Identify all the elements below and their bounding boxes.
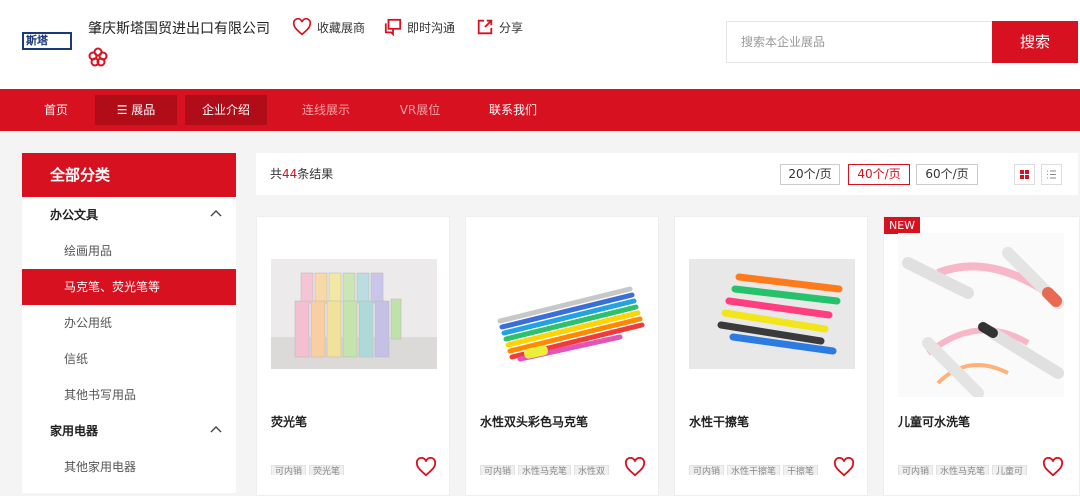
nav-vr-booth[interactable]: VR展位 [382, 95, 458, 125]
category-sidebar: 全部分类 办公文具 绘画用品 马克笔、荧光笔等 办公用纸 信纸 其他书写用品 家… [22, 153, 236, 493]
per-page-40[interactable]: 40个/页 [848, 164, 910, 185]
product-card[interactable]: 荧光笔 可内销 荧光笔 [256, 216, 450, 496]
nav-live-show[interactable]: 连线展示 [288, 95, 364, 125]
product-image-dual-markers[interactable] [480, 259, 646, 369]
chat-icon [384, 18, 402, 36]
product-image-washable[interactable] [898, 233, 1064, 397]
result-count: 共44条结果 [270, 167, 334, 181]
favorite-heart-icon[interactable] [415, 457, 437, 477]
main-nav: 首页 ☰ 展品 企业介绍 连线展示 VR展位 联系我们 [0, 89, 1080, 131]
product-title[interactable]: 荧光笔 [271, 413, 307, 430]
per-page-20[interactable]: 20个/页 [780, 164, 840, 185]
product-tag: 可内销 [689, 465, 725, 475]
favorite-exhibitor-button[interactable]: 收藏展商 [292, 18, 365, 36]
subcategory-office-paper[interactable]: 办公用纸 [22, 305, 236, 341]
product-tag: 可内销 [271, 465, 307, 475]
nav-contact[interactable]: 联系我们 [475, 95, 551, 125]
chevron-up-icon[interactable] [210, 413, 222, 449]
grid-view-icon[interactable] [1014, 164, 1035, 185]
product-tags: 可内销 荧光笔 [271, 459, 411, 475]
chat-label: 即时沟通 [407, 20, 456, 35]
product-tag: 水性马克笔 [518, 465, 572, 475]
new-badge: NEW [884, 217, 921, 234]
search-button[interactable]: 搜索 [992, 21, 1078, 63]
flower-logo-icon [88, 47, 108, 67]
search-input[interactable]: 搜索本企业展品 [726, 21, 993, 63]
category-office-stationery[interactable]: 办公文具 [22, 197, 236, 233]
subcategory-other-appliances[interactable]: 其他家用电器 [22, 449, 236, 485]
category-label: 办公文具 [50, 208, 99, 222]
instant-chat-button[interactable]: 即时沟通 [384, 18, 455, 36]
product-card[interactable]: 水性干擦笔 可内销 水性干擦笔 干擦笔 [674, 216, 868, 496]
subcategory-markers[interactable]: 马克笔、荧光笔等 [22, 269, 236, 305]
share-icon [477, 19, 493, 35]
all-categories-title: 全部分类 [22, 153, 236, 197]
product-title[interactable]: 水性双头彩色马克笔 [480, 413, 588, 430]
favorite-heart-icon[interactable] [833, 457, 855, 477]
product-tag: 荧光笔 [309, 465, 345, 475]
product-tag: 水性马克笔 [936, 465, 990, 475]
product-card[interactable]: NEW 儿童可水洗笔 可内销 水性马克笔 儿童可 [883, 216, 1080, 496]
chevron-up-icon[interactable] [210, 197, 222, 233]
company-logo[interactable]: 斯塔 [22, 32, 72, 50]
product-tag: 干擦笔 [783, 465, 819, 475]
product-title[interactable]: 儿童可水洗笔 [898, 413, 970, 430]
nav-company-intro[interactable]: 企业介绍 [185, 95, 267, 125]
product-tags: 可内销 水性马克笔 儿童可 [898, 459, 1038, 475]
share-button[interactable]: 分享 [476, 18, 523, 36]
nav-products[interactable]: ☰ 展品 [95, 95, 177, 125]
subcategory-letter-paper[interactable]: 信纸 [22, 341, 236, 377]
favorite-heart-icon[interactable] [1042, 457, 1064, 477]
share-label: 分享 [499, 20, 524, 35]
product-card[interactable]: 水性双头彩色马克笔 可内销 水性马克笔 水性双 [465, 216, 659, 496]
subcategory-drawing[interactable]: 绘画用品 [22, 233, 236, 269]
per-page-60[interactable]: 60个/页 [916, 164, 978, 185]
product-tags: 可内销 水性干擦笔 干擦笔 [689, 459, 829, 475]
product-tag: 水性双 [574, 465, 610, 475]
list-view-icon[interactable] [1041, 164, 1062, 185]
heart-icon [292, 18, 312, 36]
category-label: 家用电器 [50, 424, 99, 438]
company-name: 肇庆斯塔国贸进出口有限公司 [88, 21, 270, 37]
product-tags: 可内销 水性马克笔 水性双 [480, 459, 620, 475]
result-toolbar: 共44条结果 20个/页 40个/页 60个/页 [256, 153, 1078, 195]
favorite-heart-icon[interactable] [624, 457, 646, 477]
category-home-appliances[interactable]: 家用电器 [22, 413, 236, 449]
product-tag: 可内销 [480, 465, 516, 475]
nav-home[interactable]: 首页 [28, 95, 84, 125]
product-tag: 水性干擦笔 [727, 465, 781, 475]
product-tag: 可内销 [898, 465, 934, 475]
header: 斯塔 肇庆斯塔国贸进出口有限公司 收藏展商 即时沟通 分享 搜索本企业展品 搜索 [0, 0, 1080, 89]
favorite-label: 收藏展商 [317, 20, 366, 35]
subcategory-other-writing[interactable]: 其他书写用品 [22, 377, 236, 413]
product-tag: 儿童可 [992, 465, 1028, 475]
product-image-highlighters[interactable] [271, 259, 437, 369]
product-title[interactable]: 水性干擦笔 [689, 413, 749, 430]
product-image-dry-erase[interactable] [689, 259, 855, 369]
